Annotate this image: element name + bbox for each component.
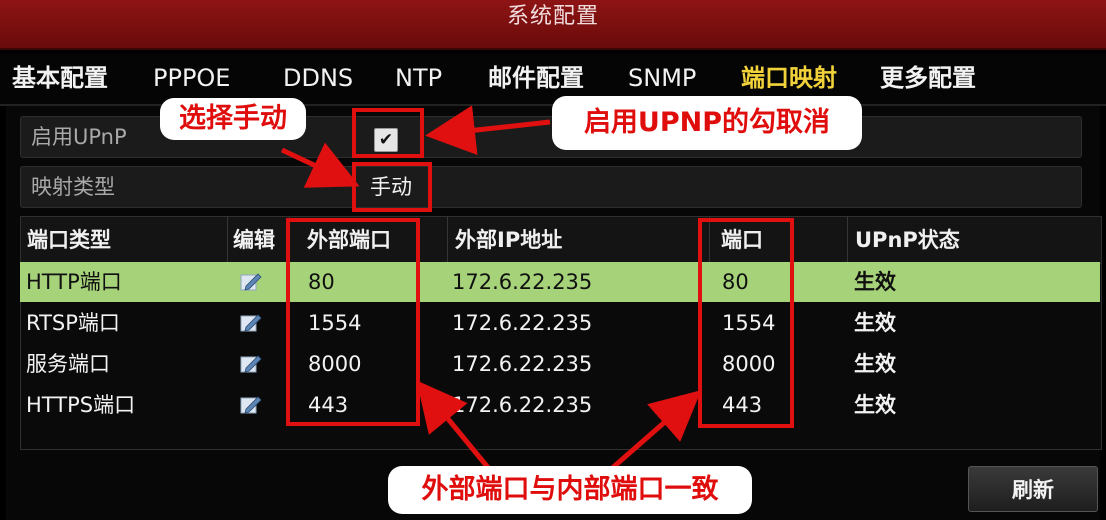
arrow-to-port: [608, 390, 702, 472]
arrow-to-external-port: [416, 380, 492, 472]
callout-uncheck-upnp: 启用UPNP的勾取消: [552, 96, 862, 150]
callout-ports-match: 外部端口与内部端口一致: [388, 466, 752, 514]
callout-select-manual: 选择手动: [160, 98, 306, 140]
arrow-to-checkbox: [425, 105, 551, 156]
arrow-to-mapping: [280, 142, 360, 188]
annotation-arrows: [280, 105, 702, 472]
